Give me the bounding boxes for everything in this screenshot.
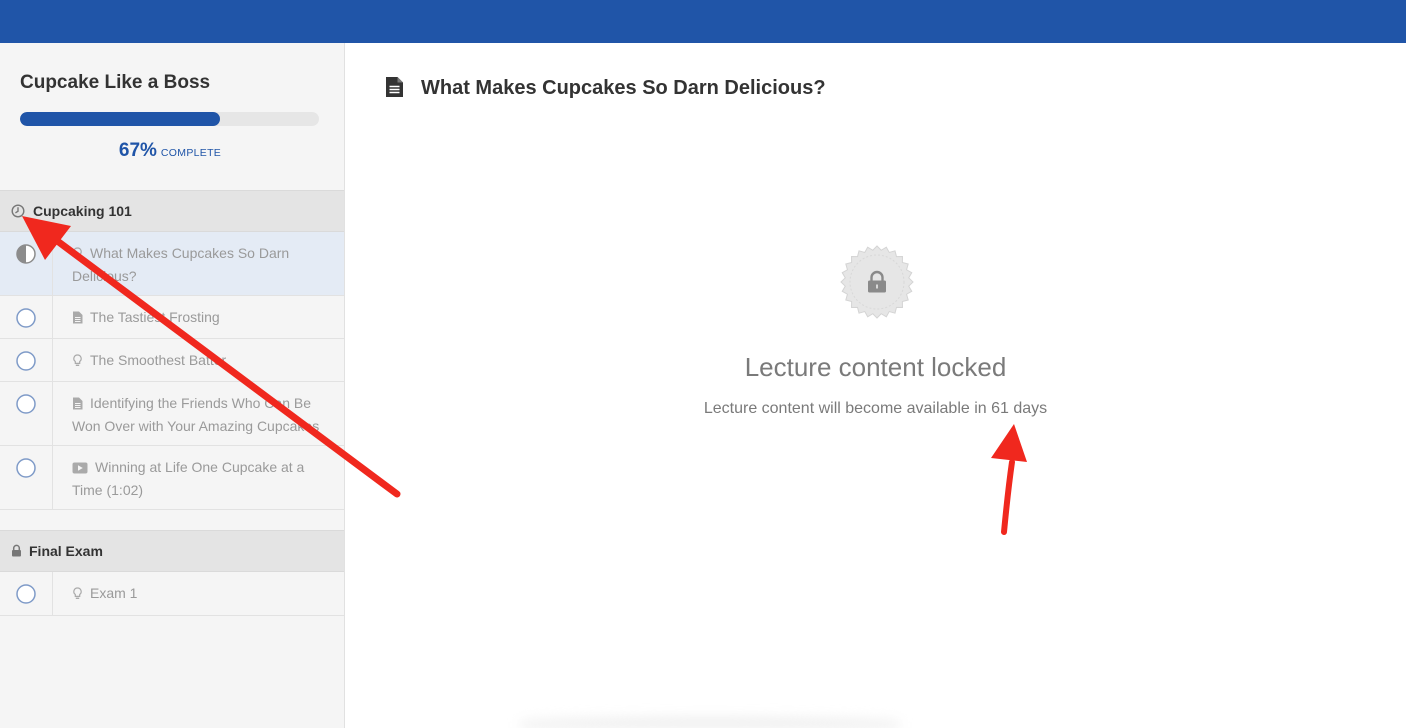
bottom-shadow [520, 718, 900, 728]
progress-complete-label: COMPLETE [160, 147, 222, 159]
lecture-item-exam-1[interactable]: Exam 1 [0, 572, 344, 616]
lightbulb-icon [72, 352, 83, 373]
incomplete-status-icon [16, 308, 36, 328]
section-title: Cupcaking 101 [33, 203, 132, 219]
clock-icon [11, 204, 25, 223]
lecture-item-tastiest-frosting[interactable]: The Tastiest Frosting [0, 296, 344, 339]
incomplete-status-icon [16, 458, 36, 478]
lecture-item-label: Winning at Life One Cupcake at a Time (1… [72, 459, 305, 498]
section-header-final-exam: Final Exam [0, 530, 344, 572]
document-icon [385, 76, 404, 103]
lock-icon [11, 544, 22, 562]
lecture-title: What Makes Cupcakes So Darn Delicious? [421, 77, 826, 99]
incomplete-status-icon [16, 351, 36, 371]
item-divider [52, 296, 53, 338]
progress-percent: 67% [118, 140, 157, 161]
locked-message: Lecture content will become available in… [703, 400, 1048, 417]
progress-summary: 67% COMPLETE [0, 140, 340, 162]
lecture-item-winning-at-life[interactable]: Winning at Life One Cupcake at a Time (1… [0, 446, 344, 510]
item-divider [52, 232, 53, 295]
lightbulb-icon [72, 245, 83, 266]
course-progress-fill [20, 112, 221, 126]
in-progress-status-icon [16, 244, 36, 264]
top-navigation-bar [0, 0, 1406, 43]
course-sidebar: Cupcake Like a Boss 67% COMPLETE Cupcakin… [0, 43, 345, 728]
lecture-item-label: The Smoothest Batter [90, 352, 227, 368]
lecture-item-smoothest-batter[interactable]: The Smoothest Batter [0, 339, 344, 382]
lecture-item-cupcakes-delicious[interactable]: What Makes Cupcakes So Darn Delicious? [0, 232, 344, 296]
incomplete-status-icon [16, 584, 36, 604]
video-icon [72, 459, 88, 480]
item-divider [52, 339, 53, 381]
course-title[interactable]: Cupcake Like a Boss [20, 72, 210, 94]
lecture-item-label: The Tastiest Frosting [90, 309, 220, 325]
lecture-item-identifying-friends[interactable]: Identifying the Friends Who Can Be Won O… [0, 382, 344, 446]
item-divider [52, 446, 53, 509]
incomplete-status-icon [16, 394, 36, 414]
section-header-cupcaking-101: Cupcaking 101 [0, 190, 344, 232]
document-icon [72, 395, 83, 416]
document-icon [72, 309, 83, 330]
lecture-item-label: Identifying the Friends Who Can Be Won O… [72, 395, 320, 434]
locked-title: Lecture content locked [744, 352, 1007, 382]
item-divider [52, 382, 53, 445]
item-divider [52, 572, 53, 615]
locked-badge-icon [839, 244, 915, 320]
lecture-content-area: What Makes Cupcakes So Darn Delicious? L… [345, 43, 1406, 728]
lecture-item-label: Exam 1 [90, 585, 138, 601]
course-progress-bar [20, 112, 319, 126]
lightbulb-icon [72, 585, 83, 606]
lecture-item-label: What Makes Cupcakes So Darn Delicious? [72, 245, 290, 284]
section-title: Final Exam [29, 543, 103, 559]
